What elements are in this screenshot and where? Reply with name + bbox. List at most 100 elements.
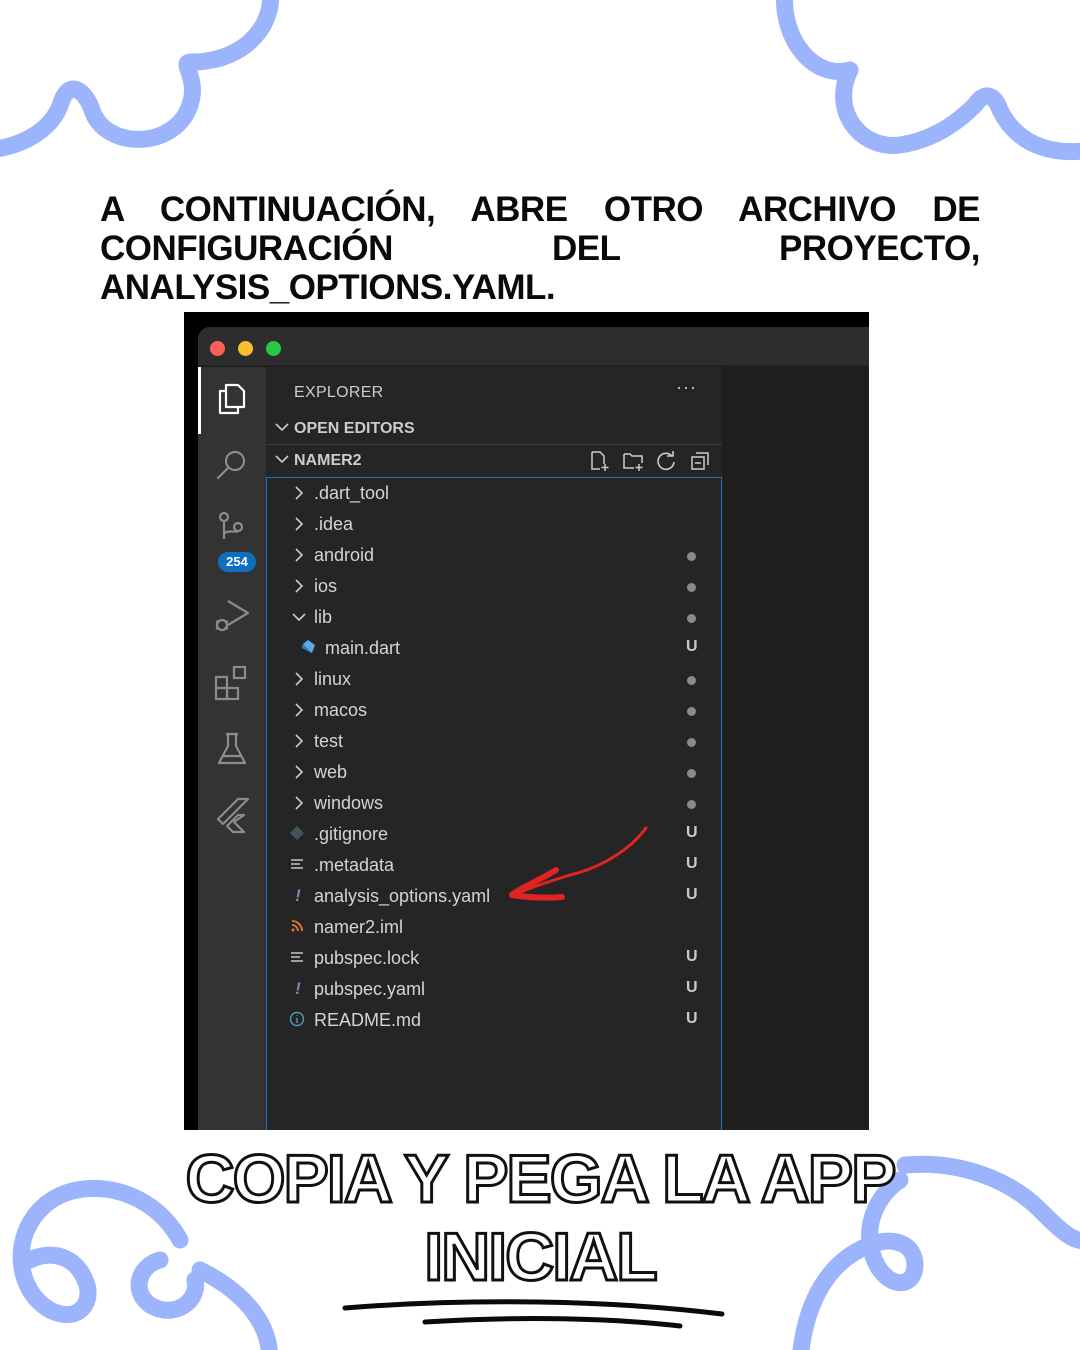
git-icon xyxy=(289,825,307,843)
new-folder-icon[interactable] xyxy=(622,450,644,472)
headline-line-2: INICIAL xyxy=(423,1218,660,1297)
file-name: macos xyxy=(314,700,368,720)
flutter-icon[interactable] xyxy=(212,795,252,835)
file-tree-row[interactable]: README.md U xyxy=(267,1005,721,1036)
chevron-right-icon xyxy=(291,764,307,780)
file-tree-row[interactable]: .idea xyxy=(267,509,721,540)
file-name: .metadata xyxy=(314,855,395,875)
new-file-icon[interactable] xyxy=(588,450,610,472)
git-status-badge: U xyxy=(686,638,698,655)
file-tree-row[interactable]: linux xyxy=(267,664,721,695)
file-tree-row[interactable]: namer2.iml xyxy=(267,912,721,943)
modified-dot-indicator xyxy=(687,614,696,623)
git-status-badge: U xyxy=(686,855,698,872)
intro-instruction: A CONTINUACIÓN, ABRE OTRO ARCHIVO DE CON… xyxy=(100,190,981,307)
explorer-icon[interactable] xyxy=(212,379,252,419)
file-tree-row[interactable]: main.dart U xyxy=(267,633,721,664)
modified-dot-indicator xyxy=(687,738,696,747)
modified-dot-indicator xyxy=(687,769,696,778)
file-tree-row[interactable]: ! pubspec.yaml U xyxy=(267,974,721,1005)
project-label: NAMER2 xyxy=(294,452,362,469)
git-status-badge: U xyxy=(686,886,698,903)
git-status-badge: U xyxy=(686,824,698,841)
chevron-down-icon xyxy=(274,451,290,467)
file-tree-row[interactable]: test xyxy=(267,726,721,757)
file-tree-row[interactable]: .gitignore U xyxy=(267,819,721,850)
collapse-all-icon[interactable] xyxy=(689,450,711,472)
explorer-title: EXPLORER xyxy=(294,384,384,401)
rss-icon xyxy=(289,918,307,936)
dart-icon xyxy=(300,639,318,657)
chevron-right-icon xyxy=(291,485,307,501)
file-tree-row[interactable]: windows xyxy=(267,788,721,819)
file-name: lib xyxy=(314,607,333,627)
explorer-sidebar: EXPLORER ··· OPEN EDITORS NAMER2 .dart_t… xyxy=(266,367,722,1130)
source-control-badge: 254 xyxy=(218,552,256,572)
file-name: README.md xyxy=(314,1010,422,1030)
modified-dot-indicator xyxy=(687,676,696,685)
file-name: web xyxy=(314,762,348,782)
chevron-right-icon xyxy=(291,671,307,687)
file-tree-row[interactable]: lib xyxy=(267,602,721,633)
file-tree-row[interactable]: android xyxy=(267,540,721,571)
chevron-down-icon xyxy=(274,419,290,435)
headline-line-1: COPIA Y PEGA LA APP xyxy=(184,1140,898,1219)
title-bar xyxy=(198,327,869,366)
headline: COPIA Y PEGA LA APP INICIAL xyxy=(0,1140,1080,1297)
yaml-icon: ! xyxy=(295,886,301,905)
yaml-icon: ! xyxy=(295,979,301,998)
close-window-button[interactable] xyxy=(210,341,225,356)
minimize-window-button[interactable] xyxy=(238,341,253,356)
chevron-right-icon xyxy=(291,795,307,811)
editor-area xyxy=(722,367,869,1130)
maximize-window-button[interactable] xyxy=(266,341,281,356)
chevron-down-icon xyxy=(291,609,307,625)
source-control-icon[interactable] xyxy=(212,509,252,549)
text-file-icon xyxy=(289,949,307,967)
testing-icon[interactable] xyxy=(212,729,252,769)
modified-dot-indicator xyxy=(687,552,696,561)
git-status-badge: U xyxy=(686,948,698,965)
open-editors-label: OPEN EDITORS xyxy=(294,420,415,437)
chevron-right-icon xyxy=(291,578,307,594)
vscode-window: 254 EXPLORER ··· OPEN EDITORS NAMER2 .da… xyxy=(198,327,869,1130)
file-name: main.dart xyxy=(325,638,401,658)
git-status-badge: U xyxy=(686,979,698,996)
file-name: windows xyxy=(314,793,384,813)
open-editors-section[interactable]: OPEN EDITORS xyxy=(266,415,722,445)
text-file-icon xyxy=(289,856,307,874)
file-tree-row[interactable]: web xyxy=(267,757,721,788)
file-name: test xyxy=(314,731,344,751)
file-name: pubspec.lock xyxy=(314,948,420,968)
chevron-right-icon xyxy=(291,733,307,749)
file-name: namer2.iml xyxy=(314,917,404,937)
modified-dot-indicator xyxy=(687,800,696,809)
file-tree: .dart_tool .idea android ios lib main.dart Uli… xyxy=(266,477,722,1130)
more-actions-button[interactable]: ··· xyxy=(676,377,697,398)
extensions-icon[interactable] xyxy=(212,663,252,703)
file-name: android xyxy=(314,545,375,565)
file-name: .dart_tool xyxy=(314,483,390,503)
file-name: .idea xyxy=(314,514,354,534)
active-indicator xyxy=(198,367,201,434)
refresh-icon[interactable] xyxy=(655,450,677,472)
file-name: ios xyxy=(314,576,338,596)
file-name: analysis_options.yaml xyxy=(314,886,491,906)
search-icon[interactable] xyxy=(212,445,252,485)
file-tree-row[interactable]: ! analysis_options.yaml U xyxy=(267,881,721,912)
modified-dot-indicator xyxy=(687,707,696,716)
info-icon xyxy=(289,1011,307,1029)
file-tree-row[interactable]: .metadata U xyxy=(267,850,721,881)
file-tree-row[interactable]: pubspec.lock U xyxy=(267,943,721,974)
file-tree-row[interactable]: ios xyxy=(267,571,721,602)
file-tree-row[interactable]: macos xyxy=(267,695,721,726)
vscode-screenshot: 254 EXPLORER ··· OPEN EDITORS NAMER2 .da… xyxy=(184,312,869,1130)
file-tree-row[interactable]: .dart_tool xyxy=(267,478,721,509)
run-debug-icon[interactable] xyxy=(212,595,252,635)
chevron-right-icon xyxy=(291,516,307,532)
git-status-badge: U xyxy=(686,1010,698,1027)
file-name: pubspec.yaml xyxy=(314,979,426,999)
project-section[interactable]: NAMER2 xyxy=(266,447,722,477)
modified-dot-indicator xyxy=(687,583,696,592)
chevron-right-icon xyxy=(291,702,307,718)
